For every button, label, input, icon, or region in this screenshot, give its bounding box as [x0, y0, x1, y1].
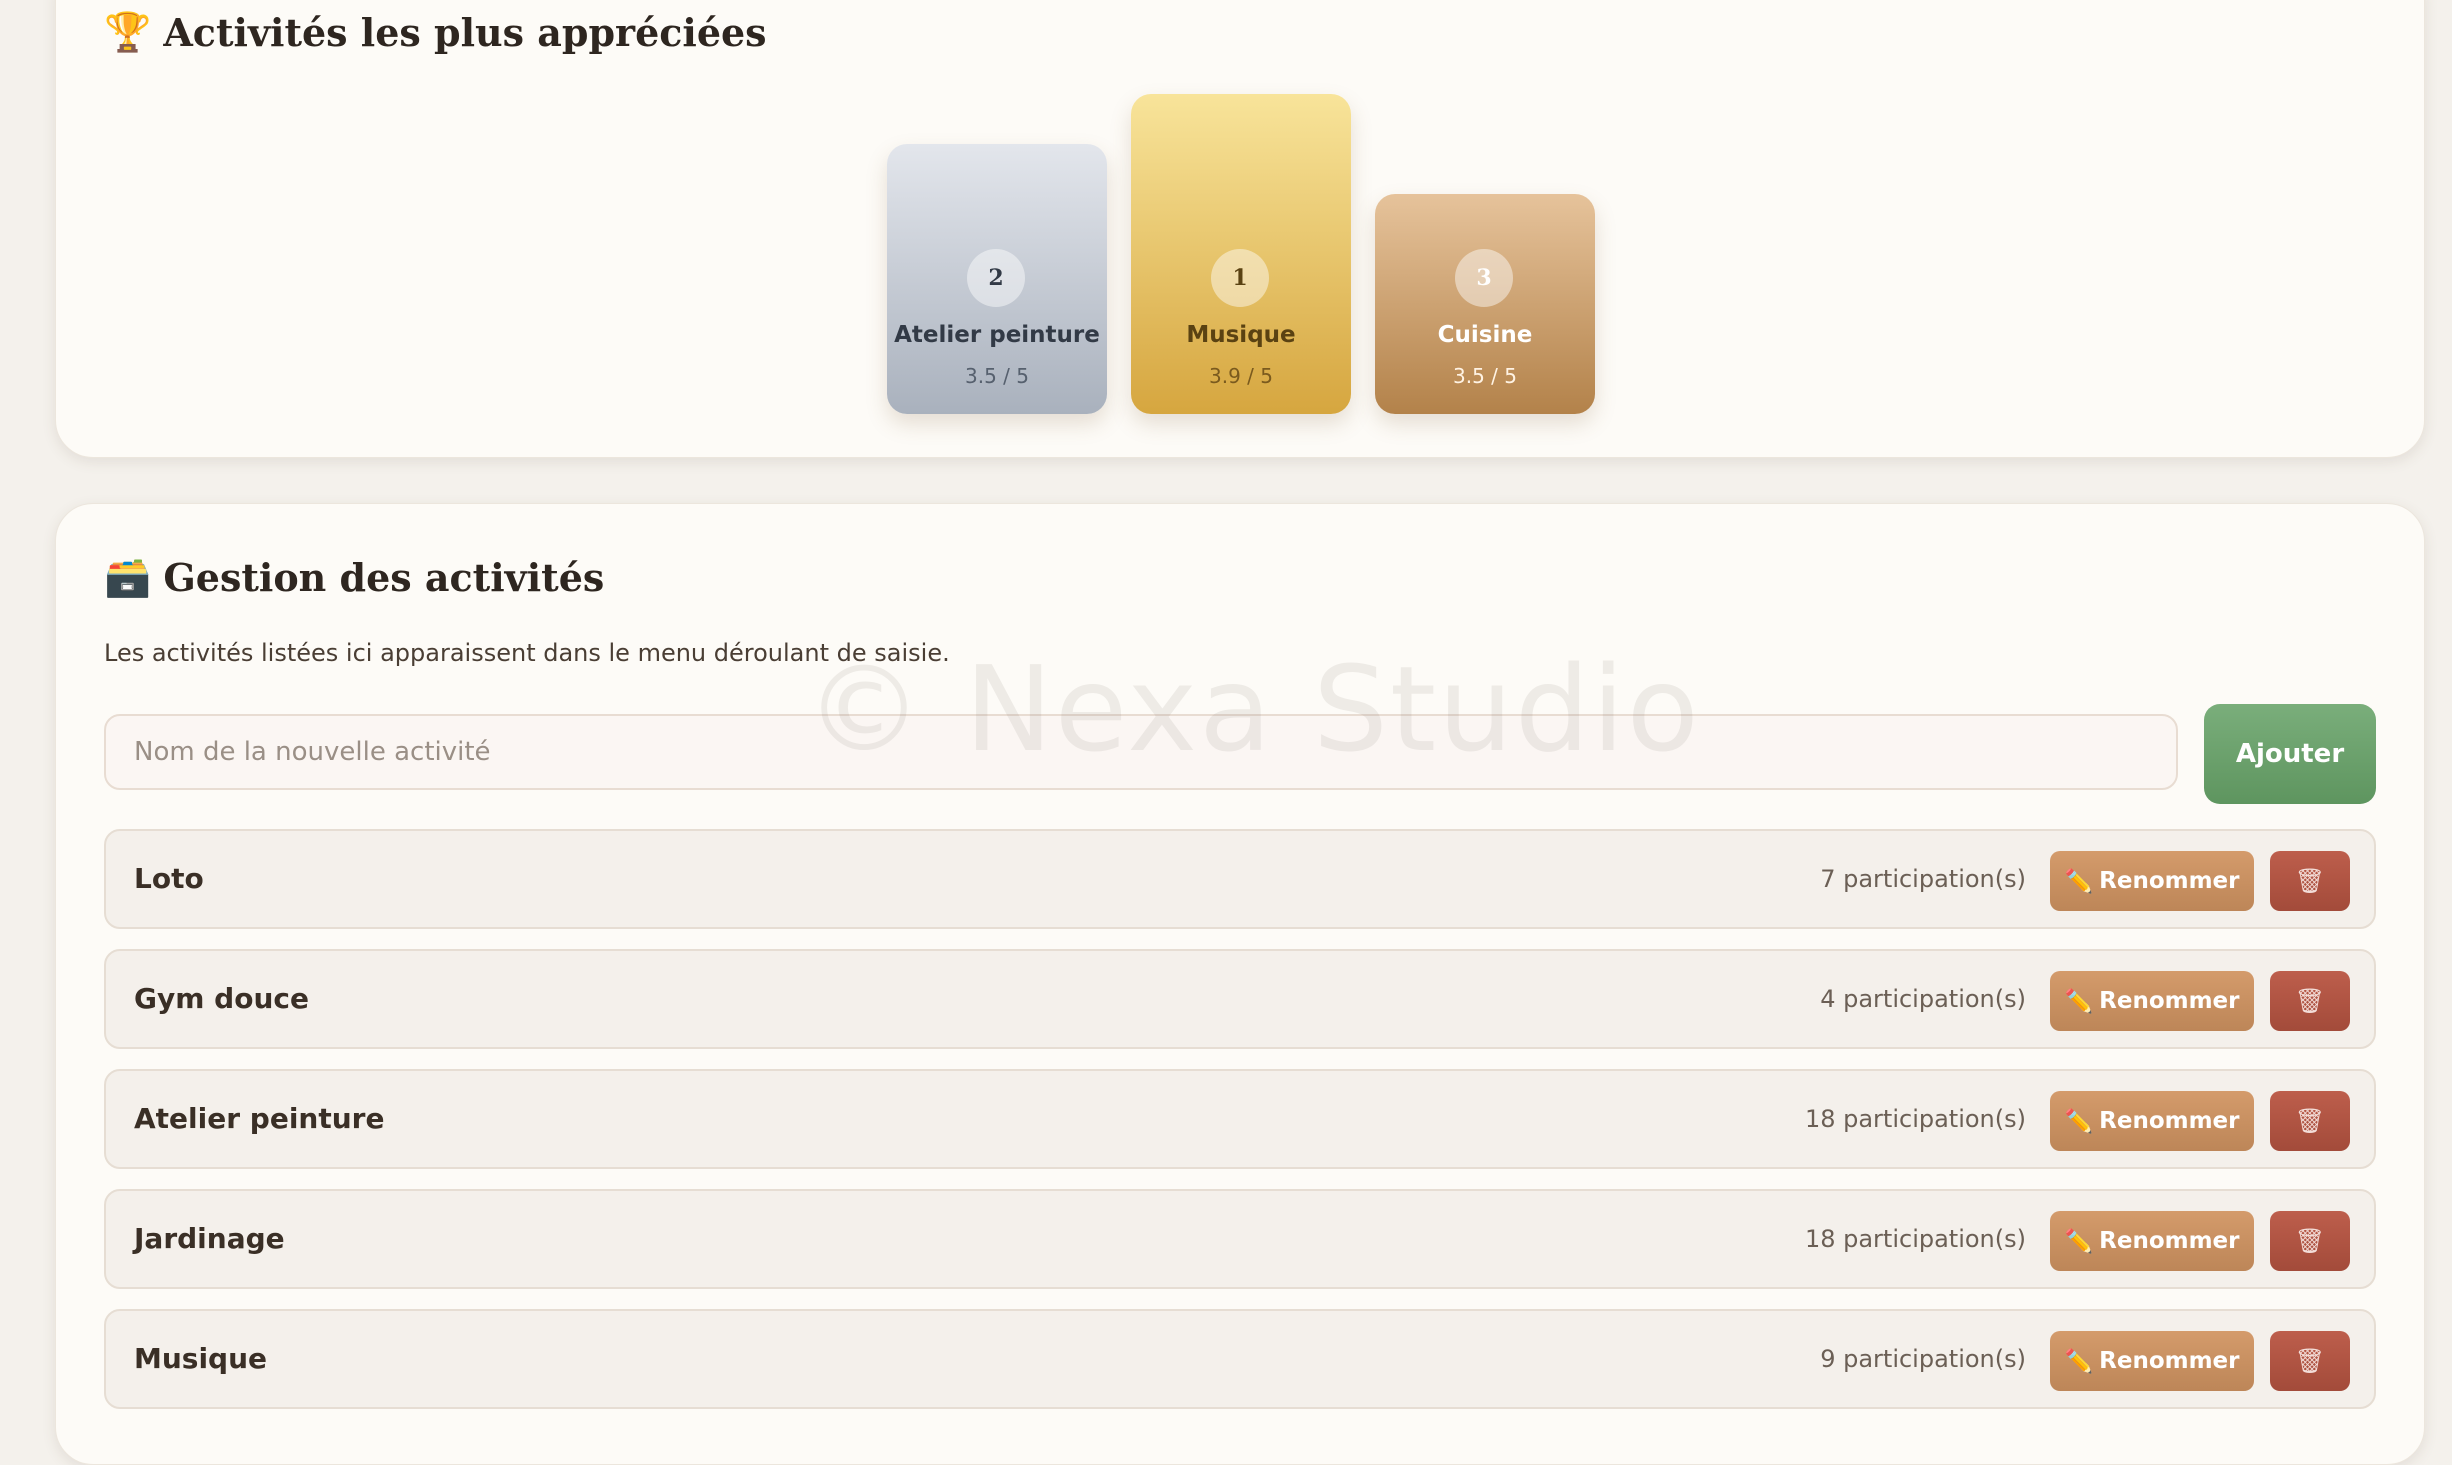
- wastebasket-icon: 🗑: [2294, 1107, 2326, 1135]
- podium-card: 🏆 Activités les plus appréciées 2 Atelie…: [55, 0, 2425, 458]
- rename-button[interactable]: ✏️ Renommer: [2050, 1211, 2254, 1271]
- rename-button[interactable]: ✏️ Renommer: [2050, 1091, 2254, 1151]
- podium-activity-name: Cuisine: [1437, 322, 1533, 348]
- rename-label: Renommer: [2099, 1108, 2240, 1134]
- podium-activity-score: 3.5 / 5: [1453, 364, 1517, 388]
- participation-count: 18 participation(s): [1804, 1105, 2026, 1133]
- delete-button[interactable]: 🗑: [2270, 1091, 2350, 1151]
- activity-name: Loto: [134, 862, 204, 895]
- activity-management-card: 🗃️ Gestion des activités Les activités l…: [55, 503, 2425, 1465]
- activity-row: Loto 7 participation(s) ✏️ Renommer 🗑: [104, 829, 2376, 929]
- rank-badge: 1: [1211, 249, 1269, 307]
- activity-row: Jardinage 18 participation(s) ✏️ Renommer…: [104, 1189, 2376, 1289]
- participation-count: 18 participation(s): [1804, 1225, 2026, 1253]
- podium-activity-name: Atelier peinture: [894, 322, 1100, 348]
- new-activity-input[interactable]: [104, 714, 2178, 790]
- rename-label: Renommer: [2099, 1348, 2240, 1374]
- rename-label: Renommer: [2099, 868, 2240, 894]
- podium-activity-name: Musique: [1186, 322, 1296, 348]
- pencil-icon: ✏️: [2064, 1108, 2094, 1135]
- management-description: Les activités listées ici apparaissent d…: [104, 639, 950, 667]
- podium-third-place: 3 Cuisine 3.5 / 5: [1375, 194, 1595, 414]
- management-title-text: Gestion des activités: [163, 554, 605, 600]
- delete-button[interactable]: 🗑: [2270, 851, 2350, 911]
- rename-button[interactable]: ✏️ Renommer: [2050, 851, 2254, 911]
- podium-title-text: Activités les plus appréciées: [163, 9, 767, 55]
- activity-row: Musique 9 participation(s) ✏️ Renommer 🗑: [104, 1309, 2376, 1409]
- delete-button[interactable]: 🗑: [2270, 971, 2350, 1031]
- wastebasket-icon: 🗑: [2294, 1227, 2326, 1255]
- participation-count: 4 participation(s): [1820, 985, 2026, 1013]
- podium-activity-score: 3.9 / 5: [1209, 364, 1273, 388]
- management-section-title: 🗃️ Gestion des activités: [104, 554, 604, 600]
- add-activity-button[interactable]: Ajouter: [2204, 704, 2376, 804]
- pencil-icon: ✏️: [2064, 1348, 2094, 1375]
- activity-name: Gym douce: [134, 982, 309, 1015]
- pencil-icon: ✏️: [2064, 868, 2094, 895]
- podium-section-title: 🏆 Activités les plus appréciées: [104, 9, 767, 55]
- activity-row: Gym douce 4 participation(s) ✏️ Renommer …: [104, 949, 2376, 1049]
- rename-button[interactable]: ✏️ Renommer: [2050, 971, 2254, 1031]
- rank-badge: 3: [1455, 249, 1513, 307]
- wastebasket-icon: 🗑: [2294, 867, 2326, 895]
- activity-name: Jardinage: [134, 1222, 285, 1255]
- pencil-icon: ✏️: [2064, 1228, 2094, 1255]
- activity-name: Atelier peinture: [134, 1102, 385, 1135]
- participation-count: 9 participation(s): [1820, 1345, 2026, 1373]
- delete-button[interactable]: 🗑: [2270, 1211, 2350, 1271]
- podium-second-place: 2 Atelier peinture 3.5 / 5: [887, 144, 1107, 414]
- rename-label: Renommer: [2099, 988, 2240, 1014]
- podium-activity-score: 3.5 / 5: [965, 364, 1029, 388]
- trophy-icon: 🏆: [104, 9, 152, 54]
- rename-label: Renommer: [2099, 1228, 2240, 1254]
- podium-first-place: 1 Musique 3.9 / 5: [1131, 94, 1351, 414]
- wastebasket-icon: 🗑: [2294, 1347, 2326, 1375]
- activity-row: Atelier peinture 18 participation(s) ✏️ R…: [104, 1069, 2376, 1169]
- delete-button[interactable]: 🗑: [2270, 1331, 2350, 1391]
- card-index-box-icon: 🗃️: [104, 554, 152, 599]
- wastebasket-icon: 🗑: [2294, 987, 2326, 1015]
- rank-badge: 2: [967, 249, 1025, 307]
- rename-button[interactable]: ✏️ Renommer: [2050, 1331, 2254, 1391]
- activity-name: Musique: [134, 1342, 268, 1375]
- pencil-icon: ✏️: [2064, 988, 2094, 1015]
- participation-count: 7 participation(s): [1820, 865, 2026, 893]
